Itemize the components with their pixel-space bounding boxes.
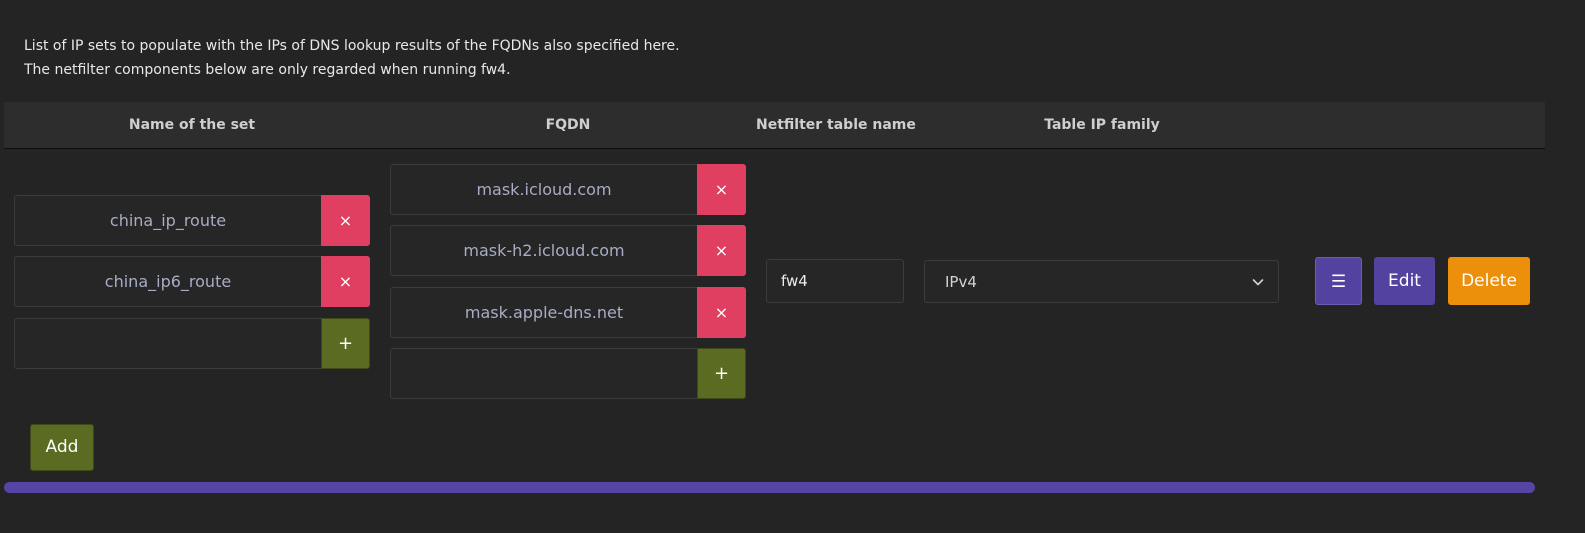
set-name-new-item: +: [14, 318, 370, 369]
set-name-item: china_ip_route ×: [14, 195, 370, 246]
close-icon: ×: [714, 303, 729, 322]
close-icon: ×: [338, 272, 353, 291]
delete-button[interactable]: Delete: [1448, 257, 1530, 305]
plus-icon: +: [713, 363, 730, 384]
close-icon: ×: [714, 241, 729, 260]
new-set-name-field[interactable]: [14, 318, 321, 369]
close-icon: ×: [714, 180, 729, 199]
hamburger-icon: ☰: [1330, 272, 1347, 292]
fqdn-field[interactable]: mask-h2.icloud.com: [390, 225, 697, 276]
set-name-item: china_ip6_route ×: [14, 256, 370, 307]
ip-family-select[interactable]: IPv4: [924, 260, 1279, 303]
fqdn-item: mask.apple-dns.net ×: [390, 287, 746, 338]
remove-set-name-button[interactable]: ×: [321, 256, 370, 307]
drag-handle-button[interactable]: ☰: [1315, 257, 1362, 305]
set-name-field[interactable]: china_ip_route: [14, 195, 321, 246]
netfilter-table-input[interactable]: fw4: [766, 259, 904, 303]
fqdn-item: mask.icloud.com ×: [390, 164, 746, 215]
horizontal-scrollbar[interactable]: [4, 482, 1535, 493]
set-name-field[interactable]: china_ip6_route: [14, 256, 321, 307]
remove-set-name-button[interactable]: ×: [321, 195, 370, 246]
remove-fqdn-button[interactable]: ×: [697, 287, 746, 338]
table-header: Name of the set FQDN Netfilter table nam…: [4, 102, 1545, 149]
add-button[interactable]: Add: [30, 424, 94, 471]
chevron-down-icon: [1252, 279, 1264, 286]
fqdn-new-item: +: [390, 348, 746, 399]
close-icon: ×: [338, 211, 353, 230]
new-fqdn-field[interactable]: [390, 348, 697, 399]
add-set-name-button[interactable]: +: [321, 318, 370, 369]
fqdn-field[interactable]: mask.apple-dns.net: [390, 287, 697, 338]
fqdn-item: mask-h2.icloud.com ×: [390, 225, 746, 276]
plus-icon: +: [337, 333, 354, 354]
column-header-ip-family: Table IP family: [1044, 117, 1160, 133]
add-fqdn-button[interactable]: +: [697, 348, 746, 399]
ip-family-selected-value: IPv4: [945, 273, 977, 291]
section-description-line-2: The netfilter components below are only …: [24, 62, 511, 78]
edit-button[interactable]: Edit: [1374, 257, 1435, 305]
column-header-fqdn: FQDN: [545, 117, 591, 133]
section-description-line-1: List of IP sets to populate with the IPs…: [24, 38, 680, 54]
remove-fqdn-button[interactable]: ×: [697, 225, 746, 276]
remove-fqdn-button[interactable]: ×: [697, 164, 746, 215]
fqdn-field[interactable]: mask.icloud.com: [390, 164, 697, 215]
column-header-set-name: Name of the set: [128, 117, 256, 133]
column-header-netfilter-table: Netfilter table name: [756, 117, 916, 133]
